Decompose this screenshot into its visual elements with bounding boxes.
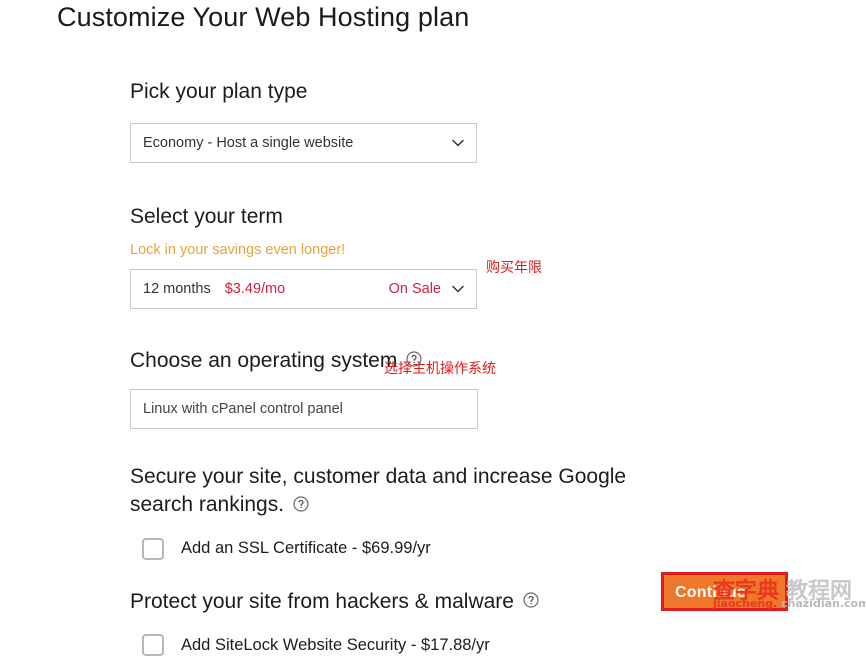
on-sale-badge: On Sale bbox=[388, 280, 441, 297]
continue-button-label: Continue bbox=[675, 584, 746, 601]
continue-button[interactable]: Continue bbox=[661, 572, 788, 611]
term-select[interactable]: 12 months $3.49/mo On Sale bbox=[130, 268, 477, 309]
ssl-heading: Secure your site, customer data and incr… bbox=[130, 465, 627, 517]
chevron-down-icon bbox=[450, 135, 466, 151]
page-title: Customize Your Web Hosting plan bbox=[57, 2, 470, 32]
plan-type-select[interactable]: Economy - Host a single website bbox=[130, 123, 477, 164]
ssl-checkbox[interactable] bbox=[142, 537, 164, 560]
term-promo-text: Lock in your savings even longer! bbox=[130, 241, 346, 258]
annotation-os-note: 选择主机操作系统 bbox=[384, 361, 496, 377]
help-circle-icon[interactable] bbox=[293, 496, 309, 512]
help-circle-icon[interactable] bbox=[523, 592, 539, 608]
plan-type-selected-value: Economy - Host a single website bbox=[143, 135, 354, 152]
ssl-checkbox-label: Add an SSL Certificate - $69.99/yr bbox=[181, 539, 431, 558]
term-heading: Select your term bbox=[130, 205, 283, 229]
ssl-checkbox-row[interactable]: Add an SSL Certificate - $69.99/yr bbox=[142, 537, 830, 560]
term-duration-value: 12 months bbox=[143, 280, 211, 297]
annotation-term-note: 购买年限 bbox=[486, 260, 542, 276]
operating-system-select[interactable]: Linux with cPanel control panel bbox=[130, 389, 478, 430]
chevron-down-icon bbox=[450, 281, 466, 297]
operating-system-selected-value: Linux with cPanel control panel bbox=[143, 401, 343, 418]
sitelock-checkbox[interactable] bbox=[142, 634, 164, 656]
ssl-heading-row: Secure your site, customer data and incr… bbox=[130, 463, 650, 520]
term-price-value: $3.49/mo bbox=[224, 280, 286, 297]
sitelock-checkbox-row[interactable]: Add SiteLock Website Security - $17.88/y… bbox=[142, 634, 830, 656]
sitelock-checkbox-label: Add SiteLock Website Security - $17.88/y… bbox=[181, 635, 490, 654]
operating-system-heading: Choose an operating system bbox=[130, 348, 398, 372]
plan-type-heading: Pick your plan type bbox=[130, 80, 308, 103]
sitelock-heading: Protect your site from hackers & malware bbox=[130, 589, 514, 613]
